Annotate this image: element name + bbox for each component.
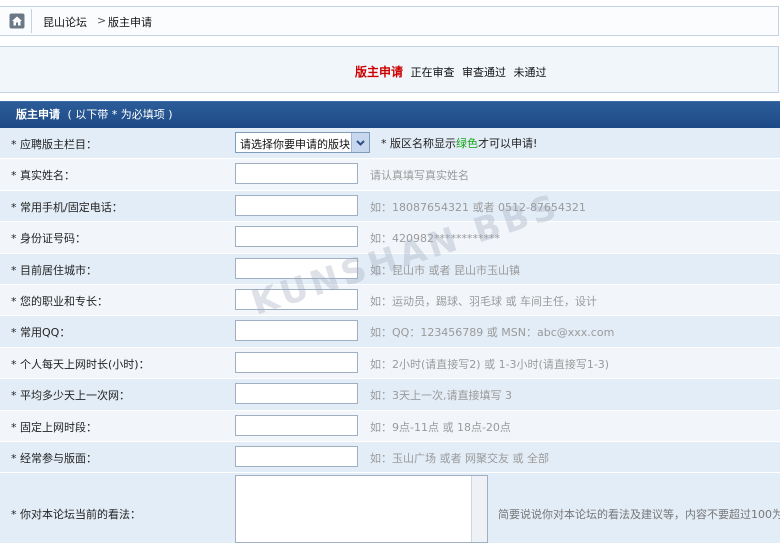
field-label: * 你对本论坛当前的看法： — [11, 508, 141, 522]
section-hint: * 版区名称显示绿色才可以申请! — [381, 135, 537, 151]
form-row-frequency: * 平均多少天上一次网： 如：3天上一次,请直接填写 3 — [0, 379, 780, 411]
real-name-input[interactable] — [235, 163, 358, 185]
online-frequency-input[interactable] — [235, 383, 358, 405]
home-icon — [9, 13, 25, 29]
chevron-down-icon[interactable] — [351, 133, 369, 152]
field-hint: 如：3天上一次,请直接填写 3 — [370, 389, 512, 403]
field-label: * 常用QQ： — [11, 326, 71, 340]
form-row-timeslot: * 固定上网时段： 如：9点-11点 或 18点-20点 — [0, 410, 780, 442]
application-form: 版主申请 ( 以下带 * 为必填项 ) * 应聘版主栏目： 请选择你要申请的版块… — [0, 101, 780, 543]
field-label: * 您的职业和专长： — [11, 294, 108, 308]
occupation-input[interactable] — [235, 288, 358, 310]
id-number-input[interactable] — [235, 226, 358, 248]
breadcrumb-separator: > — [97, 14, 107, 27]
field-label: * 常用手机/固定电话： — [11, 200, 123, 214]
status-tab-apply[interactable]: 版主申请 — [355, 65, 403, 79]
field-hint: 如：运动员，踢球、羽毛球 或 车间主任，设计 — [370, 294, 597, 308]
qq-input[interactable] — [235, 320, 358, 342]
field-label: * 平均多少天上一次网： — [11, 389, 130, 403]
field-label: * 目前居住城市： — [11, 263, 97, 277]
form-row-phone: * 常用手机/固定电话： 如：18087654321 或者 0512-87654… — [0, 190, 780, 223]
breadcrumb-current: 版主申请 — [108, 16, 152, 29]
online-timeslot-input[interactable] — [235, 414, 358, 436]
form-row-hours: * 个人每天上网时长(小时)： 如：2小时(请直接写2) 或 1-3小时(请直接… — [0, 347, 780, 380]
section-hint-green: 绿色 — [456, 137, 478, 150]
form-row-section: * 应聘版主栏目： 请选择你要申请的版块 * 版区名称显示绿色才可以申请! — [0, 128, 780, 160]
form-row-opinion: * 你对本论坛当前的看法： 简要说说你对本论坛的看法及建议等，内容不要超过100… — [0, 473, 780, 543]
phone-input[interactable] — [235, 194, 358, 216]
field-hint: 简要说说你对本论坛的看法及建议等，内容不要超过100为 — [498, 508, 780, 522]
section-select[interactable]: 请选择你要申请的版块 — [235, 132, 370, 153]
form-title: 版主申请 — [16, 108, 60, 121]
section-hint-a: * 版区名称显示 — [381, 137, 456, 150]
field-hint: 如：昆山市 或者 昆山市玉山镇 — [370, 263, 520, 277]
field-label: * 固定上网时段： — [11, 420, 97, 434]
boards-input[interactable] — [235, 445, 358, 467]
form-row-name: * 真实姓名： 请认真填写真实姓名 — [0, 159, 780, 191]
field-hint: 如：9点-11点 或 18点-20点 — [370, 420, 511, 434]
form-header: 版主申请 ( 以下带 * 为必填项 ) — [0, 102, 780, 128]
field-label: * 个人每天上网时长(小时)： — [11, 357, 150, 371]
field-label: * 应聘版主栏目： — [11, 138, 97, 151]
section-select-value: 请选择你要申请的版块 — [240, 138, 350, 151]
field-label: * 身份证号码： — [11, 232, 86, 246]
form-row-job: * 您的职业和专长： 如：运动员，踢球、羽毛球 或 车间主任，设计 — [0, 284, 780, 317]
section-hint-b: 才可以申请! — [478, 137, 538, 150]
field-label: * 经常参与版面： — [11, 451, 97, 465]
textarea-scrollbar[interactable] — [471, 476, 487, 543]
opinion-textarea[interactable] — [235, 475, 488, 543]
field-hint: 请认真填写真实姓名 — [370, 169, 469, 183]
status-tab-rejected[interactable]: 未通过 — [514, 66, 547, 79]
field-hint: 如：2小时(请直接写2) 或 1-3小时(请直接写1-3) — [370, 357, 610, 371]
breadcrumb-forum-link[interactable]: 昆山论坛 — [43, 14, 87, 30]
field-label: * 真实姓名： — [11, 169, 75, 183]
online-hours-input[interactable] — [235, 351, 358, 373]
form-row-id: * 身份证号码： 如：420982************ — [0, 222, 780, 254]
status-panel: 版主申请 正在审查 审查通过 未通过 — [0, 46, 779, 93]
home-button[interactable] — [3, 9, 32, 33]
city-input[interactable] — [235, 257, 358, 279]
status-tab-reviewing[interactable]: 正在审查 — [411, 66, 455, 79]
field-hint: 如：18087654321 或者 0512-87654321 — [370, 200, 586, 214]
field-hint: 如：QQ：123456789 或 MSN：abc@xxx.com — [370, 326, 615, 340]
form-row-city: * 目前居住城市： 如：昆山市 或者 昆山市玉山镇 — [0, 253, 780, 285]
breadcrumb: 昆山论坛 > 版主申请 — [0, 6, 779, 36]
field-hint: 如：420982************ — [370, 232, 500, 246]
field-hint: 如：玉山广场 或者 网聚交友 或 全部 — [370, 451, 549, 465]
form-row-boards: * 经常参与版面： 如：玉山广场 或者 网聚交友 或 全部 — [0, 441, 780, 474]
status-tab-approved[interactable]: 审查通过 — [462, 66, 506, 79]
form-row-qq: * 常用QQ： 如：QQ：123456789 或 MSN：abc@xxx.com — [0, 316, 780, 348]
form-required-note: ( 以下带 * 为必填项 ) — [67, 108, 173, 121]
